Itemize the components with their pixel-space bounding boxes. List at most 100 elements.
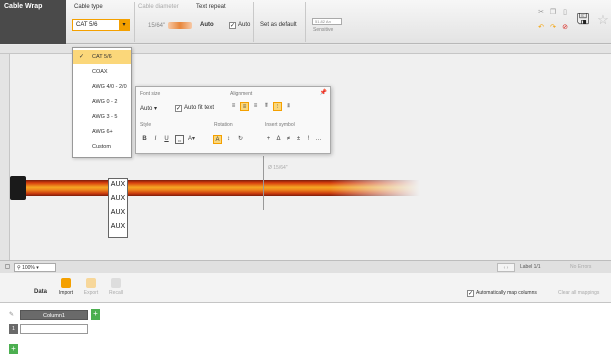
symbol-button[interactable]: + [264, 135, 273, 144]
add-column-button[interactable]: + [91, 309, 100, 320]
rotate-custom-icon[interactable]: ↻ [236, 135, 245, 144]
info-field: 51.82 An [312, 18, 342, 25]
rotate-0-icon[interactable]: A [213, 135, 222, 144]
align-top-icon[interactable]: ⫪ [262, 102, 271, 111]
import-label: Import [58, 290, 74, 296]
zoom-select[interactable]: ⚲ 100% ▾ [14, 263, 56, 272]
diameter-dimension-line [263, 156, 264, 210]
separator [305, 2, 306, 42]
symbol-more-button[interactable]: … [314, 135, 323, 144]
recall-button[interactable]: Recall [107, 278, 125, 296]
alignment-label: Alignment [230, 91, 253, 97]
dropdown-item-awg-6[interactable]: AWG 6+ [73, 125, 131, 139]
separator [253, 2, 254, 42]
underline-button[interactable]: U [162, 135, 171, 144]
dropdown-item-custom[interactable]: Custom [73, 140, 131, 154]
font-color-icon[interactable]: A▾ [187, 135, 196, 144]
ribbon-toolbar: Cable Wrap Cable type CAT 5/6 ▾ Cable di… [0, 0, 611, 44]
data-panel-title: Data [34, 289, 48, 295]
dropdown-item-awg-0-2[interactable]: AWG 0 - 2 [73, 95, 131, 109]
insert-symbol-label: Insert symbol [265, 122, 295, 128]
export-button[interactable]: Export [82, 278, 100, 296]
cable-type-dropdown: ✓ CAT 5/6 COAX AWG 4/0 - 2/0 AWG 0 - 2 A… [72, 47, 132, 158]
font-size-label: Font size [140, 91, 161, 97]
import-button[interactable]: Import [57, 278, 75, 296]
undo-icon[interactable]: ↶ [537, 24, 545, 32]
pin-icon[interactable]: 📌 [320, 89, 327, 96]
label-text-box[interactable]: AUX AUX AUX AUX [108, 178, 128, 238]
text-repeat-auto-label: Auto [238, 22, 251, 28]
text-repeat-auto-checkbox[interactable]: ✓ [229, 22, 236, 29]
edit-icon[interactable]: ✎ [9, 311, 14, 318]
separator [134, 2, 135, 42]
rotate-90-icon[interactable]: ↕ [224, 135, 233, 144]
align-middle-icon[interactable]: ⫶ [273, 102, 282, 111]
bold-button[interactable]: B [140, 135, 149, 144]
cut-icon[interactable]: ✂ [537, 9, 545, 17]
cable-diameter-label: Cable diameter [138, 4, 179, 10]
cable-type-value: CAT 5/6 [76, 22, 98, 28]
cable-diameter-slider[interactable] [168, 22, 192, 29]
symbol-button[interactable]: ! [304, 135, 313, 144]
add-row-button[interactable]: + [9, 344, 18, 354]
import-icon [61, 278, 71, 288]
recall-label: Recall [109, 290, 123, 296]
data-panel-header: Data Import Export Recall ✓ Automaticall… [0, 273, 611, 303]
rotation-label: Rotation [214, 122, 233, 128]
symbol-button[interactable]: Δ [274, 135, 283, 144]
status-bar: ▢ ⚲ 100% ▾ ‹ › Label 1/1 No Errors [0, 260, 611, 273]
box-border-icon[interactable]: ▭ [175, 135, 184, 144]
label-page-nav[interactable]: ‹ › [497, 263, 515, 272]
dropdown-item-coax[interactable]: COAX [73, 65, 131, 79]
font-size-value: Auto [140, 106, 153, 112]
favorite-icon[interactable]: ☆ [596, 12, 610, 28]
font-size-select[interactable]: Auto ▾ [140, 105, 157, 112]
delete-icon[interactable]: ⊘ [561, 24, 569, 32]
cable-diameter-value: 15/64" [148, 23, 166, 29]
label-text-line: AUX [110, 209, 126, 216]
set-default-button[interactable]: Set as default [260, 22, 297, 28]
label-page-indicator: Label 1/1 [520, 264, 541, 270]
symbol-button[interactable]: ± [294, 135, 303, 144]
auto-fit-label: Auto fit text [184, 105, 215, 111]
symbol-button[interactable]: ≠ [284, 135, 293, 144]
text-repeat-value[interactable]: Auto [200, 22, 214, 28]
save-icon[interactable]: 🖫 [576, 12, 590, 28]
label-text-line: AUX [110, 195, 126, 202]
fit-page-icon[interactable]: ▢ [3, 263, 12, 272]
zoom-value: 100% [22, 265, 35, 271]
check-icon: ✓ [79, 54, 85, 60]
info-text: Sensitive [313, 27, 334, 33]
dropdown-item-awg-4-0[interactable]: AWG 4/0 - 2/0 [73, 80, 131, 94]
error-status[interactable]: No Errors [570, 264, 591, 270]
dropdown-item-cat56[interactable]: ✓ CAT 5/6 [73, 50, 131, 64]
dropdown-item-label: CAT 5/6 [92, 54, 112, 60]
paste-icon[interactable]: ▯ [561, 9, 569, 17]
cable-type-select[interactable]: CAT 5/6 ▾ [72, 19, 130, 31]
vertical-ruler [0, 54, 10, 260]
dropdown-item-awg-3-5[interactable]: AWG 3 - 5 [73, 110, 131, 124]
auto-map-checkbox[interactable]: ✓ [467, 290, 474, 297]
app-tab[interactable]: Cable Wrap [0, 0, 66, 44]
clear-mappings-button[interactable]: Clear all mappings [558, 290, 599, 296]
align-bottom-icon[interactable]: ⫫ [284, 102, 293, 111]
auto-map-label: Automatically map columns [476, 290, 537, 296]
cable-type-label: Cable type [74, 4, 103, 10]
column-header[interactable]: Column1 [20, 310, 88, 320]
redo-icon[interactable]: ↷ [549, 24, 557, 32]
search-icon: ⚲ [17, 265, 21, 271]
export-icon [86, 278, 96, 288]
data-cell[interactable] [20, 324, 88, 334]
style-label: Style [140, 122, 152, 128]
italic-button[interactable]: I [151, 135, 160, 144]
cable-connector [10, 176, 26, 200]
auto-fit-checkbox[interactable]: ✓ [175, 105, 182, 112]
copy-icon[interactable]: ❐ [549, 9, 557, 17]
chevron-down-icon[interactable]: ▾ [119, 20, 129, 30]
export-label: Export [83, 290, 99, 296]
align-right-icon[interactable]: ≡ [251, 102, 260, 111]
label-text-line: AUX [110, 223, 126, 230]
align-center-icon[interactable]: ≡ [240, 102, 249, 111]
align-left-icon[interactable]: ≡ [229, 102, 238, 111]
row-number: 1 [9, 324, 18, 334]
